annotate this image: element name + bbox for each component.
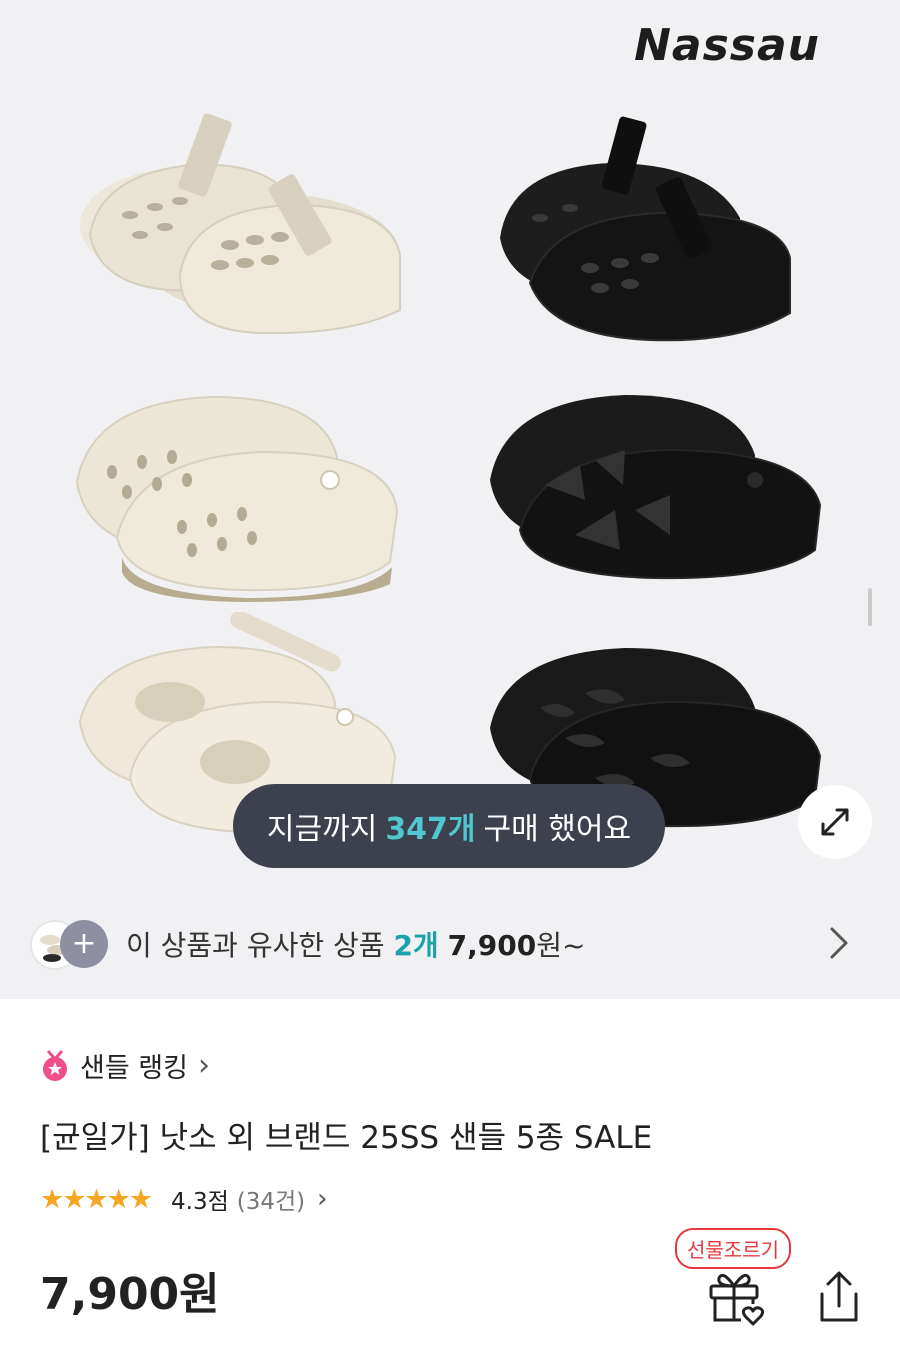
- toast-prefix: 지금까지: [266, 812, 378, 847]
- purchase-count-toast: 지금까지 347개 구매 했어요: [233, 784, 665, 868]
- rating-row[interactable]: ★★★★★ 4.3점 (34건) ›: [40, 1182, 328, 1216]
- ranking-label: 샌들 랭킹: [80, 1053, 188, 1084]
- similar-thumbnails: +: [30, 914, 120, 974]
- ranking-chevron-icon: ›: [197, 1048, 210, 1083]
- product-title: [균일가] 낫소 외 브랜드 25SS 샌들 5종 SALE: [40, 1120, 653, 1156]
- rating-score: 4.3점: [171, 1189, 229, 1215]
- review-count: (34건): [236, 1189, 306, 1215]
- product-price: 7,900원: [40, 1269, 220, 1320]
- ranking-link[interactable]: 샌들 랭킹 ›: [40, 1046, 210, 1085]
- plus-circle-icon: +: [60, 919, 108, 968]
- gift-heart-icon: [709, 1273, 765, 1326]
- expand-image-button[interactable]: [798, 785, 872, 859]
- toast-suffix: 구매 했어요: [483, 812, 632, 847]
- share-button[interactable]: [808, 1266, 870, 1328]
- expand-icon: [821, 808, 849, 836]
- star-rating-icon: ★★★★★: [40, 1183, 153, 1215]
- similar-products-text: 이 상품과 유사한 상품 2개 7,900원~: [126, 924, 585, 964]
- similar-price: 7,900: [447, 928, 537, 962]
- similar-count: 2개: [393, 928, 439, 962]
- product-image-carousel[interactable]: Nassau 지금까지 347개 구매 했어요: [0, 0, 900, 888]
- share-icon: [820, 1271, 858, 1322]
- black-clog-image: [490, 395, 822, 580]
- ranking-medal-icon: [43, 1049, 67, 1081]
- review-chevron-icon: ›: [317, 1184, 328, 1214]
- chevron-right-icon: [830, 927, 848, 959]
- gift-button[interactable]: [705, 1266, 767, 1328]
- similar-suffix: 원~: [536, 928, 586, 962]
- brand-logo: Nassau: [634, 20, 820, 71]
- black-strap-sandal-image: [500, 116, 791, 342]
- beige-strap-sandal-image: [80, 113, 401, 335]
- beige-clog-image: [75, 395, 399, 602]
- gift-request-badge[interactable]: 선물조르기: [675, 1228, 791, 1269]
- similar-prefix: 이 상품과 유사한 상품: [126, 928, 385, 962]
- image-scroll-indicator: [868, 588, 872, 626]
- similar-products-banner[interactable]: + 이 상품과 유사한 상품 2개 7,900원~: [0, 888, 900, 999]
- toast-count: 347개: [385, 812, 476, 847]
